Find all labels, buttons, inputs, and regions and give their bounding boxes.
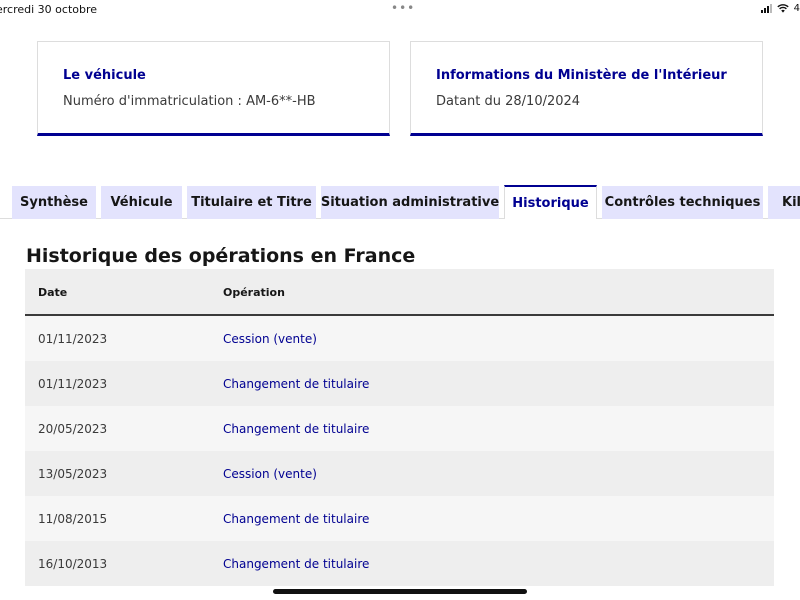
- multitasking-dots-icon[interactable]: •••: [391, 1, 415, 15]
- row-date: 13/05/2023: [38, 467, 108, 481]
- row-operation: Cession (vente): [223, 332, 317, 346]
- column-header-date: Date: [38, 286, 68, 299]
- cellular-signal-icon: [760, 4, 772, 13]
- row-date: 01/11/2023: [38, 377, 108, 391]
- home-indicator[interactable]: [273, 589, 527, 594]
- table-row: 13/05/2023 Cession (vente): [25, 451, 774, 496]
- table-row: 20/05/2023 Changement de titulaire: [25, 406, 774, 451]
- status-indicators: 4: [760, 3, 800, 14]
- history-table: Date Opération 01/11/2023 Cession (vente…: [25, 269, 774, 586]
- tab-situation-administrative[interactable]: Situation administrative: [321, 186, 499, 219]
- tab-titulaire-et-titre[interactable]: Titulaire et Titre: [187, 186, 316, 219]
- status-date: ercredi 30 octobre: [0, 3, 98, 16]
- status-bar: ercredi 30 octobre ••• 4: [0, 0, 800, 22]
- row-date: 20/05/2023: [38, 422, 108, 436]
- table-row: 01/11/2023 Cession (vente): [25, 316, 774, 361]
- table-row: 11/08/2015 Changement de titulaire: [25, 496, 774, 541]
- data-date: Datant du 28/10/2024: [436, 94, 581, 109]
- history-title: Historique des opérations en France: [26, 245, 416, 267]
- tab-historique[interactable]: Historique: [504, 185, 597, 219]
- vehicle-card: Le véhicule Numéro d'immatriculation : A…: [37, 41, 390, 136]
- row-operation: Changement de titulaire: [223, 557, 370, 571]
- vehicle-card-title: Le véhicule: [63, 68, 146, 83]
- wifi-icon: [776, 4, 789, 13]
- row-operation: Changement de titulaire: [223, 422, 370, 436]
- table-row: 01/11/2023 Changement de titulaire: [25, 361, 774, 406]
- row-date: 11/08/2015: [38, 512, 108, 526]
- row-operation: Cession (vente): [223, 467, 317, 481]
- tab-synthese[interactable]: Synthèse: [12, 186, 96, 219]
- tab-kilometrage[interactable]: Kil: [768, 186, 800, 219]
- registration-number: Numéro d'immatriculation : AM-6**-HB: [63, 94, 316, 109]
- row-operation: Changement de titulaire: [223, 512, 370, 526]
- row-date: 01/11/2023: [38, 332, 108, 346]
- ministry-card: Informations du Ministère de l'Intérieur…: [410, 41, 763, 136]
- row-operation: Changement de titulaire: [223, 377, 370, 391]
- battery-level: 4: [793, 3, 800, 14]
- tab-bar: Synthèse Véhicule Titulaire et Titre Sit…: [0, 185, 800, 219]
- column-header-operation: Opération: [223, 286, 285, 299]
- row-date: 16/10/2013: [38, 557, 108, 571]
- table-header: Date Opération: [25, 269, 774, 316]
- tab-controles-techniques[interactable]: Contrôles techniques: [602, 186, 763, 219]
- table-row: 16/10/2013 Changement de titulaire: [25, 541, 774, 586]
- tab-vehicule[interactable]: Véhicule: [101, 186, 182, 219]
- ministry-card-title: Informations du Ministère de l'Intérieur: [436, 68, 727, 83]
